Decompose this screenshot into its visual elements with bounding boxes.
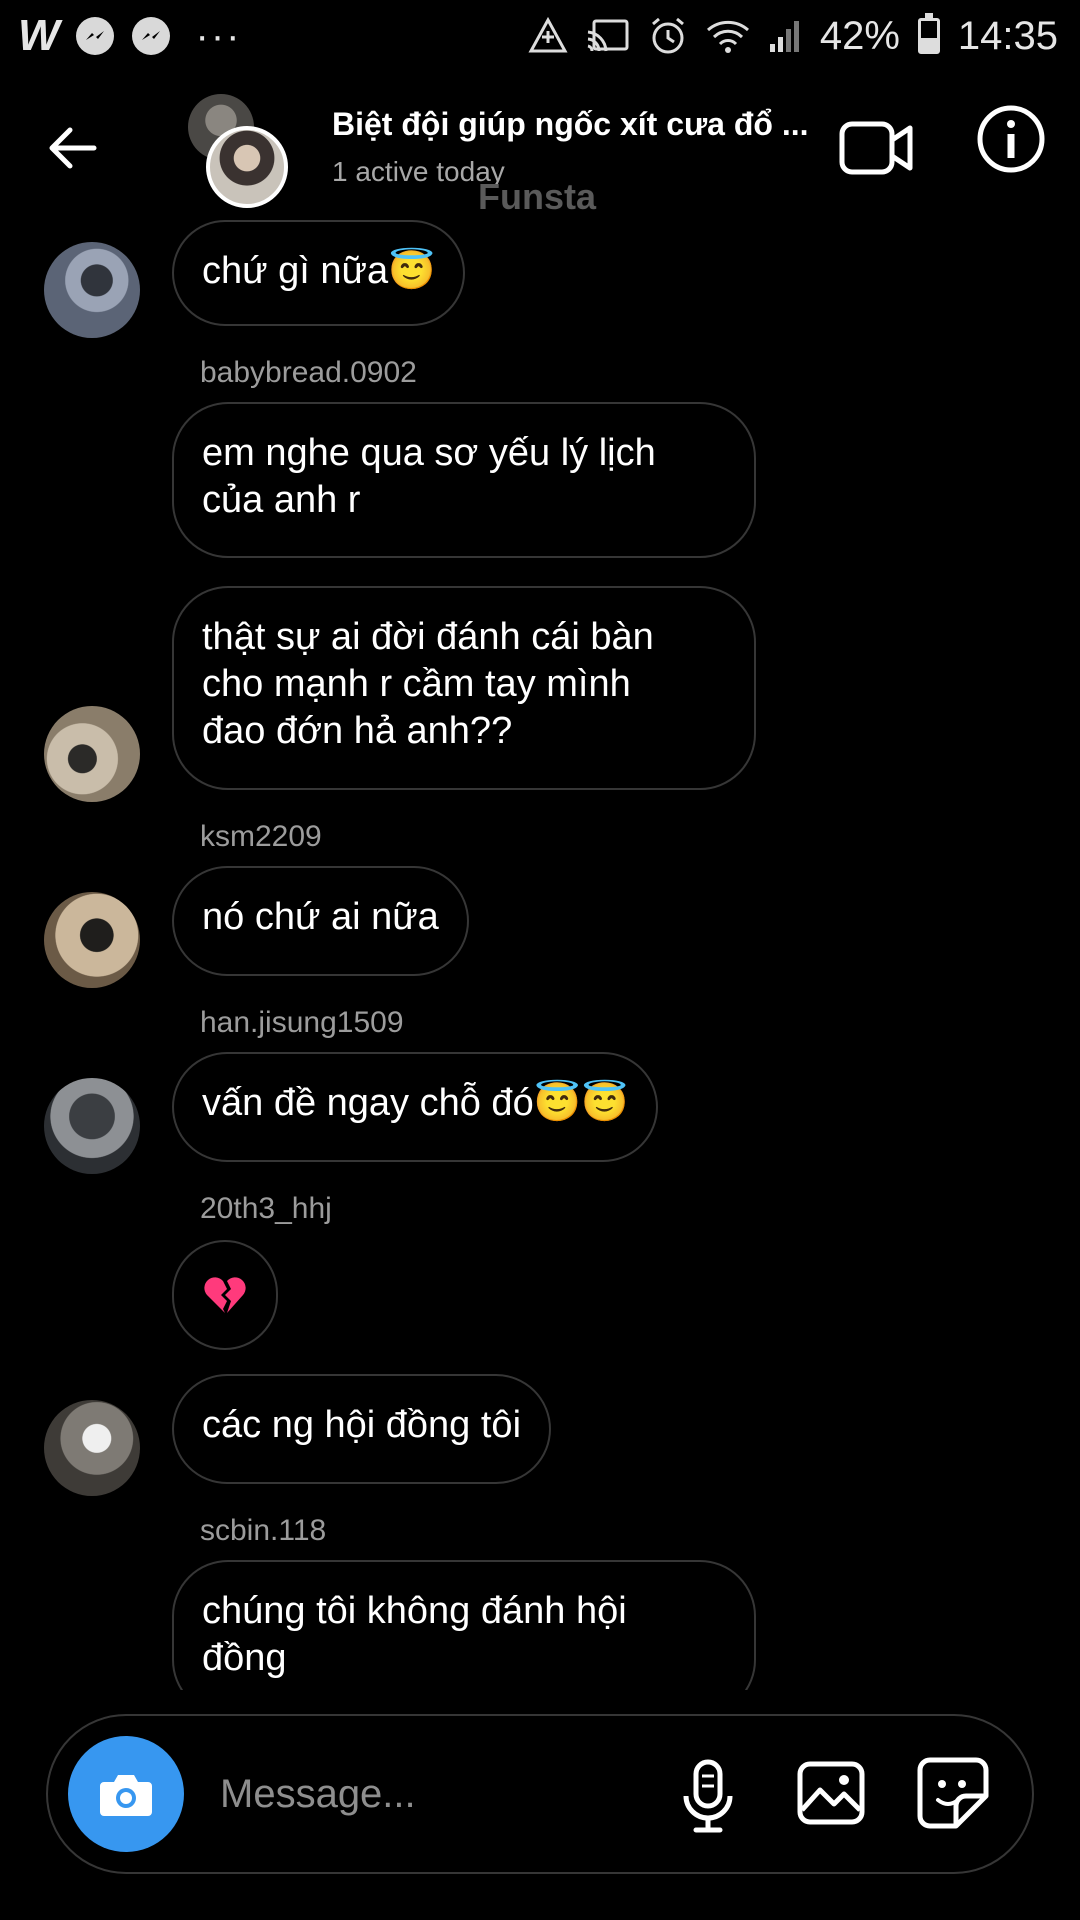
message-thread[interactable]: chứ gì nữa😇 babybread.0902 em nghe qua s… [0, 220, 1080, 1690]
sender-avatar[interactable] [44, 1078, 140, 1174]
sender-avatar[interactable] [44, 1400, 140, 1496]
w-app-icon: W [18, 11, 60, 60]
status-right: 42% 14:35 [528, 13, 1058, 59]
sender-name: han.jisung1509 [200, 1006, 404, 1039]
sticker-icon[interactable] [916, 1756, 990, 1830]
sender-name: ksm2209 [200, 820, 322, 853]
sender-name: 20th3_hhj [200, 1192, 332, 1225]
camera-button[interactable] [68, 1736, 184, 1852]
message-text: em nghe qua sơ yếu lý lịch của anh r [202, 432, 656, 521]
message-composer [46, 1714, 1034, 1874]
message-bubble[interactable]: vấn đề ngay chỗ đó😇😇 [172, 1052, 659, 1162]
status-left: W ··· [18, 11, 242, 61]
group-avatar-front [206, 126, 288, 208]
sender-name: babybread.0902 [200, 356, 417, 389]
message-bubble[interactable]: thật sự ai đời đánh cái bàn cho mạnh r c… [172, 586, 756, 790]
group-avatar[interactable] [188, 94, 298, 208]
back-arrow-icon[interactable] [44, 118, 104, 178]
message-text: chúng tôi không đánh hội đồng [202, 1590, 627, 1679]
clock: 14:35 [957, 13, 1058, 58]
status-bar: W ··· 42% 14:35 [0, 0, 1080, 72]
battery-percent: 42% [819, 13, 900, 58]
sender-avatar[interactable] [44, 706, 140, 802]
camera-icon [100, 1775, 152, 1816]
message-bubble[interactable]: các ng hội đồng tôi [172, 1374, 552, 1484]
message-bubble[interactable]: em nghe qua sơ yếu lý lịch của anh r [172, 402, 756, 558]
sender-avatar[interactable] [44, 892, 140, 988]
message-bubble[interactable]: 💔 [172, 1240, 278, 1350]
microphone-icon[interactable] [676, 1758, 740, 1834]
message-text: thật sự ai đời đánh cái bàn cho mạnh r c… [202, 616, 654, 752]
wifi-icon [706, 20, 749, 53]
chat-title[interactable]: Biệt đội giúp ngốc xít cưa đổ ... [332, 106, 832, 143]
battery-icon [917, 13, 940, 54]
message-bubble[interactable]: chúng tôi không đánh hội đồng [172, 1560, 756, 1690]
video-call-icon[interactable] [838, 110, 914, 186]
data-saver-icon [528, 17, 568, 53]
message-bubble[interactable]: chứ gì nữa😇 [172, 220, 466, 326]
messenger-icon [131, 17, 170, 55]
group-nickname-overlay: Funsta [478, 176, 597, 217]
message-bubble[interactable]: nó chứ ai nữa [172, 866, 469, 976]
broken-heart-icon [204, 1277, 246, 1313]
signal-icon [769, 21, 799, 52]
alarm-icon [651, 17, 684, 54]
messenger-icon [75, 17, 114, 55]
photo-gallery-icon[interactable] [796, 1758, 866, 1828]
cast-icon [587, 19, 629, 52]
info-icon[interactable] [976, 104, 1046, 174]
sender-name: scbin.118 [200, 1514, 327, 1547]
more-notifications-icon: ··· [195, 13, 242, 58]
message-input[interactable] [218, 1762, 638, 1826]
sender-avatar[interactable] [44, 242, 140, 338]
